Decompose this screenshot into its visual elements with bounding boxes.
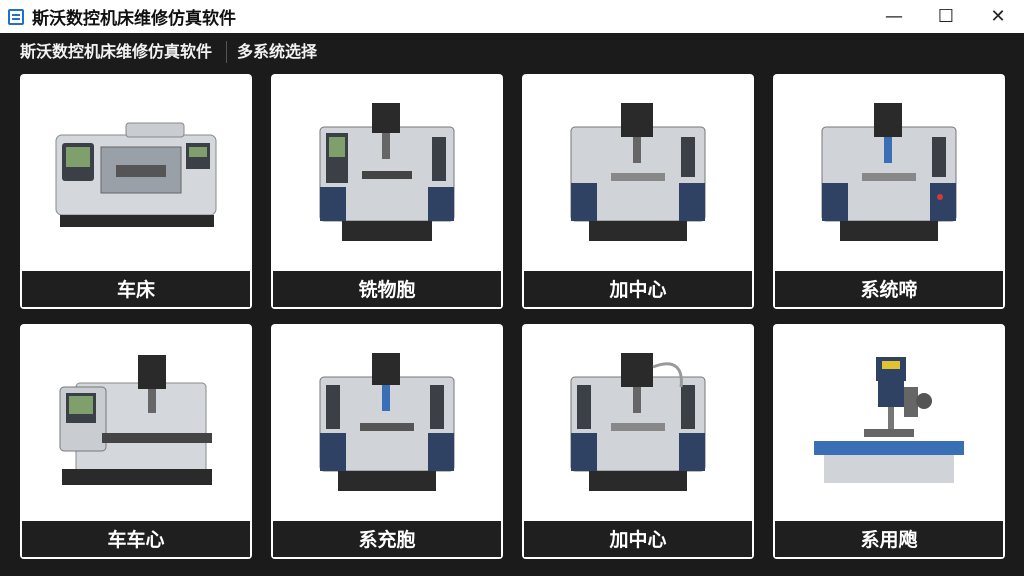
machine-card-drill[interactable]: 系用飑 <box>773 324 1005 559</box>
machine-card-milling[interactable]: 铣物胞 <box>271 74 503 309</box>
machine-card-label: 加中心 <box>522 521 754 559</box>
machine-card-lathe[interactable]: 车床 <box>20 74 252 309</box>
maximize-button[interactable]: ☐ <box>920 0 972 33</box>
machining-center-icon <box>522 74 754 270</box>
app-icon <box>8 8 24 25</box>
machine-card-label: 车车心 <box>20 521 252 559</box>
window-controls: — ☐ ✕ <box>868 0 1024 33</box>
menu-item-system-select[interactable]: 多系统选择 <box>227 40 331 64</box>
lathe-icon <box>20 74 252 270</box>
menu-item-app[interactable]: 斯沃数控机床维修仿真软件 <box>0 40 226 64</box>
machine-card-system[interactable]: 系统啼 <box>773 74 1005 309</box>
turning-center-icon <box>20 324 252 520</box>
milling-machine-icon <box>271 324 503 520</box>
machine-card-label: 铣物胞 <box>271 271 503 309</box>
drill-press-icon <box>773 324 1005 520</box>
window-title: 斯沃数控机床维修仿真软件 <box>32 9 236 29</box>
minimize-button[interactable]: — <box>868 0 920 33</box>
menu-bar: 斯沃数控机床维修仿真软件 多系统选择 <box>0 33 1024 71</box>
machining-center-icon <box>522 324 754 520</box>
machine-card-center-1[interactable]: 加中心 <box>522 74 754 309</box>
machine-card-label: 系充胞 <box>271 521 503 559</box>
machine-grid: 车床 铣物胞 加中心 系统啼 车车心 系充胞 加中心 系用飑 <box>20 74 1006 559</box>
machine-card-label: 加中心 <box>522 271 754 309</box>
machining-center-icon <box>773 74 1005 270</box>
machine-card-label: 系用飑 <box>773 521 1005 559</box>
machine-card-label: 车床 <box>20 271 252 309</box>
close-button[interactable]: ✕ <box>972 0 1024 33</box>
machine-card-milling-2[interactable]: 系充胞 <box>271 324 503 559</box>
window-titlebar: 斯沃数控机床维修仿真软件 — ☐ ✕ <box>0 0 1024 33</box>
milling-machine-icon <box>271 74 503 270</box>
machine-card-turning-center[interactable]: 车车心 <box>20 324 252 559</box>
machine-card-label: 系统啼 <box>773 271 1005 309</box>
machine-card-center-2[interactable]: 加中心 <box>522 324 754 559</box>
